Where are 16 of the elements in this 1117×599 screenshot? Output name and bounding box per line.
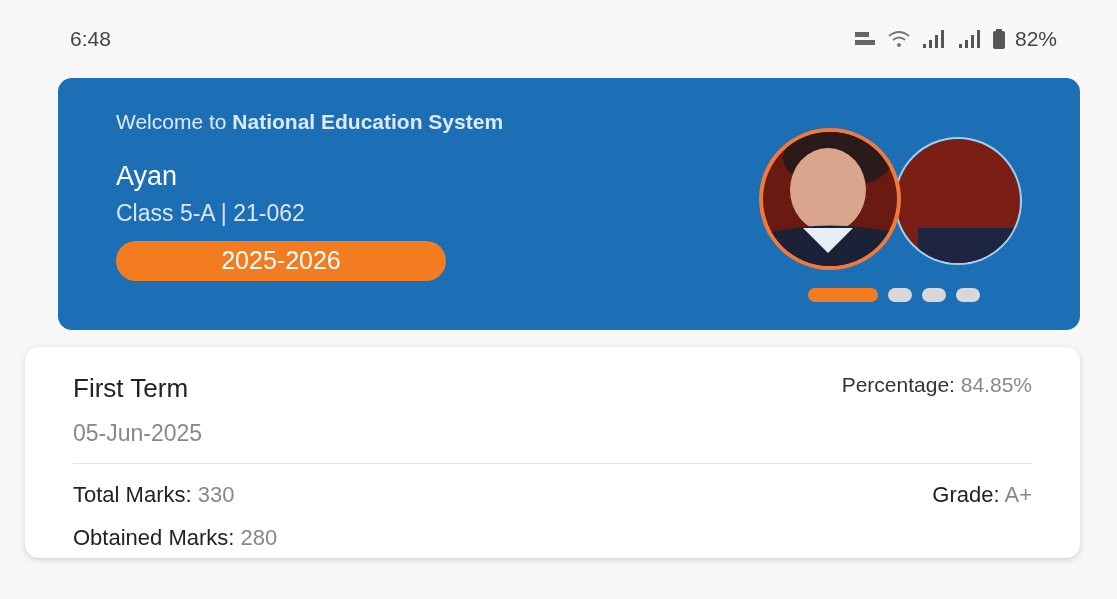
battery-icon — [992, 29, 1005, 49]
total-marks-text: Total Marks: 330 — [73, 480, 235, 509]
percentage-text: Percentage: 84.85% — [841, 372, 1032, 398]
class-info: Class 5-A | 21-062 — [116, 199, 306, 228]
battery-level: 82% — [1014, 26, 1057, 53]
welcome-text: Welcome to National Education System — [116, 109, 504, 135]
obtained-marks-text: Obtained Marks: 280 — [73, 523, 279, 552]
signal-icon — [920, 30, 947, 48]
term-date: 05-Jun-2025 — [73, 419, 204, 448]
student-name: Ayan — [116, 159, 179, 193]
wifi-icon — [886, 29, 911, 49]
status-time: 6:48 — [70, 26, 111, 53]
session-badge: 2025-2026 — [116, 240, 446, 281]
term-title: First Term — [73, 372, 189, 405]
signal-icon — [956, 30, 983, 48]
grade-text: Grade: A+ — [932, 480, 1032, 509]
